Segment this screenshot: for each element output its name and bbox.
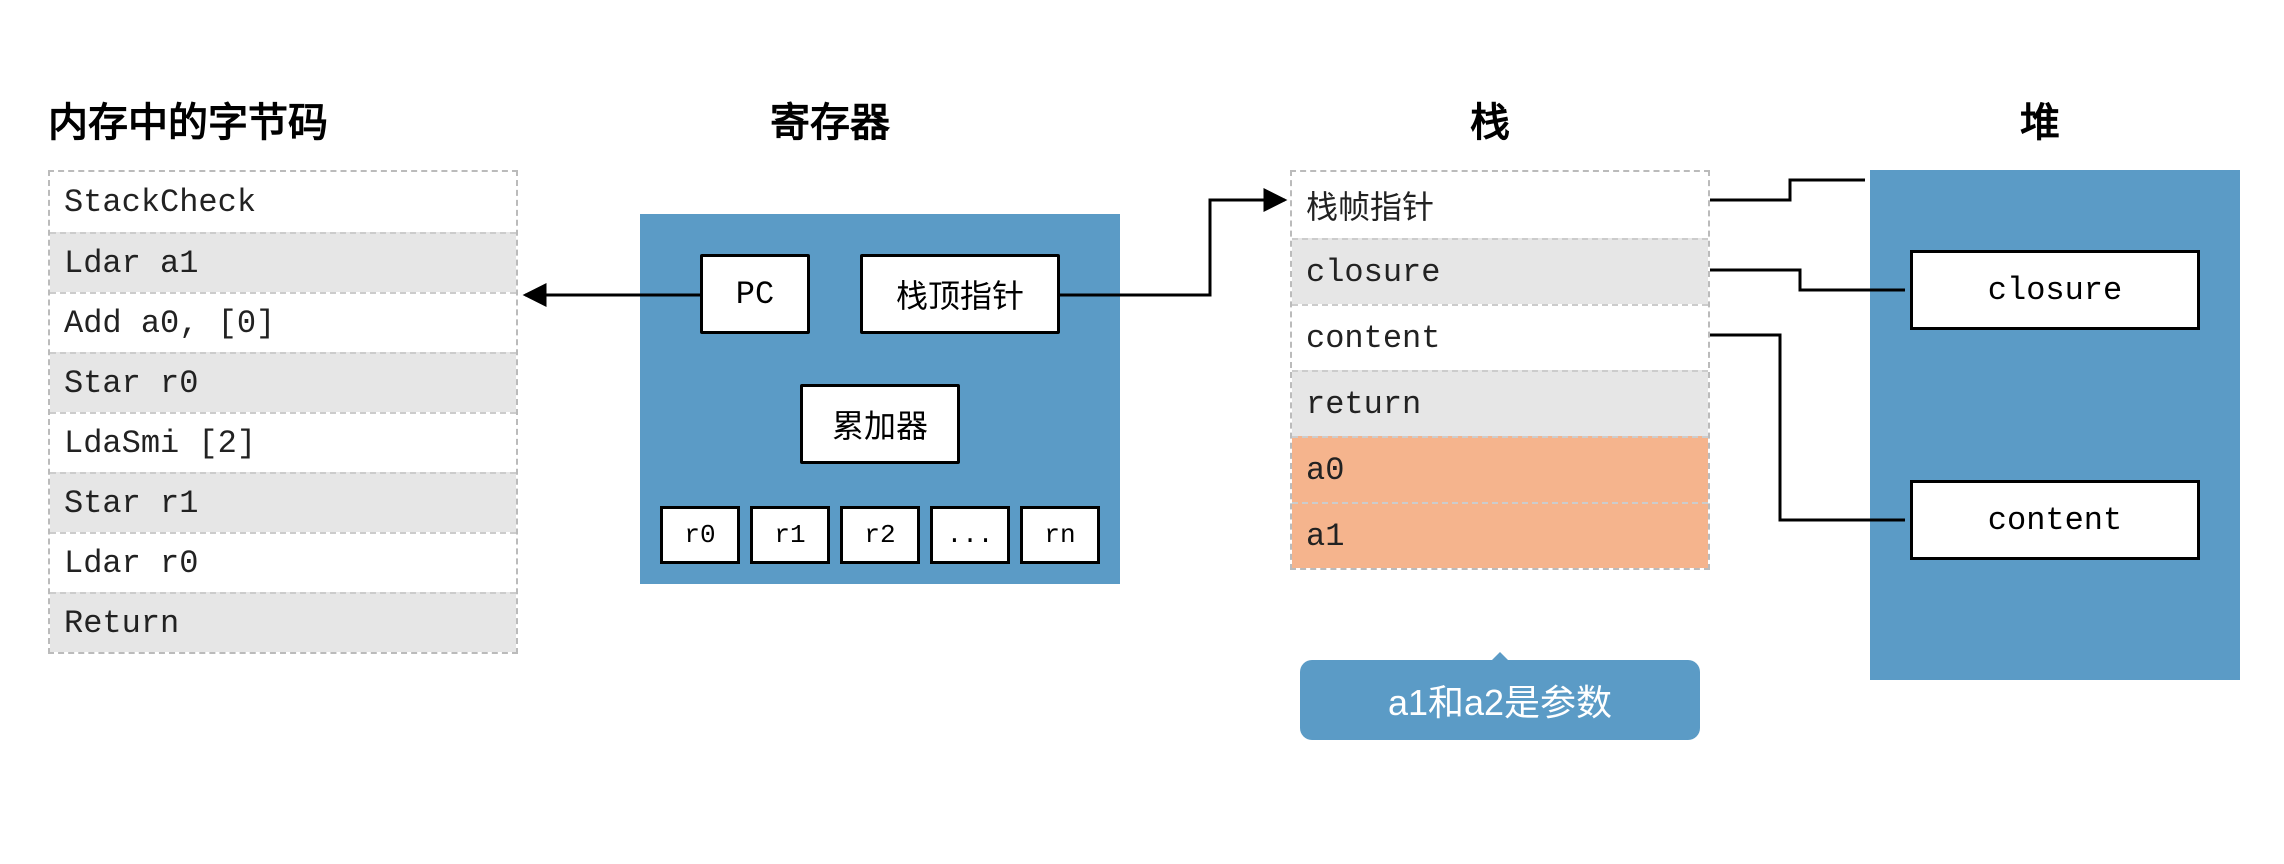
stack-row-return: return bbox=[1292, 370, 1708, 436]
stack-row-closure: closure bbox=[1292, 238, 1708, 304]
register-cell: r2 bbox=[840, 506, 920, 564]
stack-pointer-register: 栈顶指针 bbox=[860, 254, 1060, 334]
bytecode-row: Star r1 bbox=[50, 472, 516, 532]
stack-table: 栈帧指针 closure content return a0 a1 bbox=[1290, 170, 1710, 570]
arrow-stack-fp-to-heap bbox=[1710, 180, 1865, 200]
bytecode-table: StackCheck Ldar a1 Add a0, [0] Star r0 L… bbox=[48, 170, 518, 654]
bytecode-row: Return bbox=[50, 592, 516, 652]
pc-register: PC bbox=[700, 254, 810, 334]
heap-cell-closure: closure bbox=[1910, 250, 2200, 330]
bytecode-row: LdaSmi [2] bbox=[50, 412, 516, 472]
title-registers: 寄存器 bbox=[770, 90, 890, 148]
bytecode-row: Add a0, [0] bbox=[50, 292, 516, 352]
bytecode-row: Star r0 bbox=[50, 352, 516, 412]
stack-row-frame-pointer: 栈帧指针 bbox=[1292, 172, 1708, 238]
heap-panel: closure content bbox=[1870, 170, 2240, 680]
register-cell: ... bbox=[930, 506, 1010, 564]
heap-cell-content: content bbox=[1910, 480, 2200, 560]
stack-row-a0: a0 bbox=[1292, 436, 1708, 502]
stack-row-content: content bbox=[1292, 304, 1708, 370]
bytecode-row: Ldar r0 bbox=[50, 532, 516, 592]
stack-params-callout: a1和a2是参数 bbox=[1300, 660, 1700, 740]
register-cell: rn bbox=[1020, 506, 1100, 564]
accumulator-register: 累加器 bbox=[800, 384, 960, 464]
register-cell: r0 bbox=[660, 506, 740, 564]
registers-panel: PC 栈顶指针 累加器 r0 r1 r2 ... rn bbox=[640, 214, 1120, 584]
bytecode-row: Ldar a1 bbox=[50, 232, 516, 292]
title-bytecode: 内存中的字节码 bbox=[48, 90, 328, 148]
stack-row-a1: a1 bbox=[1292, 502, 1708, 568]
register-cell: r1 bbox=[750, 506, 830, 564]
bytecode-row: StackCheck bbox=[50, 172, 516, 232]
title-heap: 堆 bbox=[2020, 90, 2060, 148]
title-stack: 栈 bbox=[1470, 90, 1510, 148]
register-cells-row: r0 r1 r2 ... rn bbox=[660, 506, 1100, 564]
